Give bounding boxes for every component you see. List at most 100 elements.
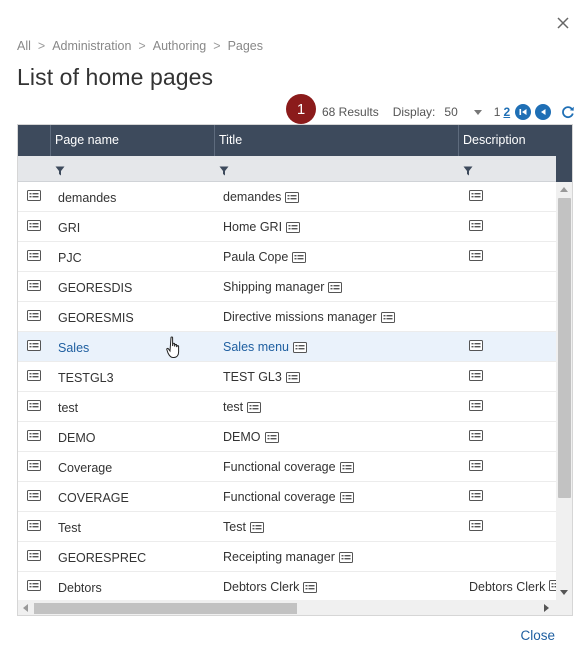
translate-icon[interactable] bbox=[249, 521, 264, 533]
vertical-scrollbar[interactable] bbox=[556, 182, 572, 600]
column-header-description[interactable]: Description bbox=[458, 125, 556, 156]
record-icon[interactable] bbox=[27, 370, 41, 384]
table-row[interactable]: GEORESDIS Shipping manager bbox=[18, 272, 556, 302]
table-row[interactable]: DEMO DEMO bbox=[18, 422, 556, 452]
translate-icon[interactable] bbox=[469, 250, 483, 264]
translate-icon[interactable] bbox=[380, 311, 395, 323]
scrollbar-thumb[interactable] bbox=[34, 603, 297, 614]
record-icon[interactable] bbox=[27, 520, 41, 534]
translate-icon[interactable] bbox=[339, 491, 354, 503]
scroll-down-icon[interactable] bbox=[560, 590, 568, 595]
description-cell bbox=[469, 190, 483, 204]
scroll-right-icon[interactable] bbox=[544, 604, 549, 612]
translate-icon[interactable] bbox=[339, 461, 354, 473]
title-cell: TEST GL3 bbox=[223, 370, 300, 384]
cell-page-name: TESTGL3 bbox=[58, 371, 114, 385]
first-page-icon[interactable] bbox=[515, 104, 532, 120]
translate-icon[interactable] bbox=[293, 341, 308, 353]
scrollbar-thumb[interactable] bbox=[558, 198, 571, 498]
column-header-title[interactable]: Title bbox=[214, 125, 458, 156]
filter-icon[interactable] bbox=[55, 163, 65, 181]
table-row[interactable]: demandes demandes bbox=[18, 182, 556, 212]
cell-title-text: Sales menu bbox=[223, 340, 290, 354]
title-cell: Paula Cope bbox=[223, 250, 307, 264]
cell-title-text: Receipting manager bbox=[223, 550, 335, 564]
scroll-left-icon[interactable] bbox=[23, 604, 28, 612]
header-scroll-spacer bbox=[556, 125, 572, 182]
breadcrumb-item-authoring[interactable]: Authoring bbox=[153, 39, 207, 53]
record-icon[interactable] bbox=[27, 580, 41, 594]
table-row[interactable]: PJC Paula Cope bbox=[18, 242, 556, 272]
translate-icon[interactable] bbox=[469, 520, 483, 534]
chevron-down-icon[interactable] bbox=[473, 109, 482, 115]
record-icon[interactable] bbox=[27, 190, 41, 204]
page-link-2[interactable]: 2 bbox=[503, 105, 510, 119]
breadcrumb-separator-icon: > bbox=[37, 39, 46, 53]
translate-icon[interactable] bbox=[247, 401, 262, 413]
translate-icon[interactable] bbox=[469, 460, 483, 474]
cell-title-text: DEMO bbox=[223, 430, 261, 444]
table-row[interactable]: GEORESMIS Directive missions manager bbox=[18, 302, 556, 332]
filter-icon[interactable] bbox=[463, 163, 473, 181]
description-cell bbox=[469, 460, 483, 474]
breadcrumb-item-all[interactable]: All bbox=[17, 39, 31, 53]
translate-icon[interactable] bbox=[285, 371, 300, 383]
display-count-select[interactable]: 50 bbox=[444, 105, 457, 119]
filter-icon[interactable] bbox=[219, 163, 229, 181]
close-button[interactable]: Close bbox=[520, 628, 555, 643]
cell-page-name: Test bbox=[58, 521, 81, 535]
table-row[interactable]: Test Test bbox=[18, 512, 556, 542]
table-row[interactable]: COVERAGE Functional coverage bbox=[18, 482, 556, 512]
record-icon[interactable] bbox=[27, 340, 41, 354]
record-icon[interactable] bbox=[27, 460, 41, 474]
cell-page-name: demandes bbox=[58, 191, 117, 205]
refresh-icon[interactable] bbox=[561, 105, 575, 119]
close-dialog-icon[interactable] bbox=[554, 14, 572, 32]
breadcrumb-item-pages[interactable]: Pages bbox=[228, 39, 263, 53]
title-cell: Sales menu bbox=[223, 340, 308, 354]
translate-icon[interactable] bbox=[285, 191, 300, 203]
previous-page-icon[interactable] bbox=[535, 104, 552, 120]
translate-icon[interactable] bbox=[469, 400, 483, 414]
table-row[interactable]: test test bbox=[18, 392, 556, 422]
translate-icon[interactable] bbox=[469, 340, 483, 354]
record-icon[interactable] bbox=[27, 430, 41, 444]
cell-page-name: DEMO bbox=[58, 431, 96, 445]
record-icon[interactable] bbox=[27, 220, 41, 234]
pages-grid: Page name Title Description demandes dema… bbox=[17, 124, 573, 616]
record-icon[interactable] bbox=[27, 310, 41, 324]
cell-title-text: Paula Cope bbox=[223, 250, 289, 264]
translate-icon[interactable] bbox=[469, 490, 483, 504]
translate-icon[interactable] bbox=[469, 190, 483, 204]
horizontal-scrollbar[interactable] bbox=[18, 600, 556, 615]
page-link-1[interactable]: 1 bbox=[494, 105, 501, 119]
step-badge: 1 bbox=[286, 94, 316, 124]
column-header-page-name[interactable]: Page name bbox=[50, 125, 214, 156]
translate-icon[interactable] bbox=[303, 581, 318, 593]
breadcrumb-item-administration[interactable]: Administration bbox=[52, 39, 131, 53]
table-row[interactable]: Debtors Debtors Clerk Debtors Clerk bbox=[18, 572, 564, 602]
record-icon[interactable] bbox=[27, 400, 41, 414]
cell-page-name: test bbox=[58, 401, 79, 415]
translate-icon[interactable] bbox=[469, 430, 483, 444]
translate-icon[interactable] bbox=[264, 431, 279, 443]
table-row[interactable]: Sales Sales menu bbox=[18, 332, 556, 362]
cell-title-text: Functional coverage bbox=[223, 490, 336, 504]
table-row[interactable]: GRI Home GRI bbox=[18, 212, 556, 242]
translate-icon[interactable] bbox=[469, 370, 483, 384]
record-icon[interactable] bbox=[27, 250, 41, 264]
translate-icon[interactable] bbox=[292, 251, 307, 263]
description-cell bbox=[469, 400, 483, 414]
record-icon[interactable] bbox=[27, 490, 41, 504]
table-row[interactable]: Coverage Functional coverage bbox=[18, 452, 556, 482]
translate-icon[interactable] bbox=[469, 220, 483, 234]
record-icon[interactable] bbox=[27, 550, 41, 564]
record-icon[interactable] bbox=[27, 280, 41, 294]
translate-icon[interactable] bbox=[328, 281, 343, 293]
scroll-up-icon[interactable] bbox=[560, 187, 568, 192]
table-row[interactable]: TESTGL3 TEST GL3 bbox=[18, 362, 556, 392]
translate-icon[interactable] bbox=[286, 221, 301, 233]
translate-icon[interactable] bbox=[338, 551, 353, 563]
title-cell: Functional coverage bbox=[223, 490, 354, 504]
table-row[interactable]: GEORESPREC Receipting manager bbox=[18, 542, 556, 572]
